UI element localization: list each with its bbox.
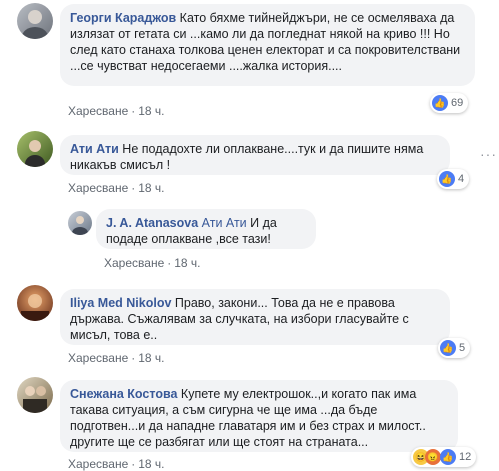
like-link[interactable]: Харесване <box>68 351 128 365</box>
comment-actions: Харесване · 18 ч. <box>68 181 165 195</box>
reaction-number: 69 <box>451 97 464 109</box>
avatar-photo-icon <box>21 294 49 321</box>
avatar[interactable] <box>17 131 53 167</box>
comment-bubble: J. A. Atanasova Ати Ати И да подаде опла… <box>96 209 316 249</box>
comment-author[interactable]: J. A. Atanasova <box>106 216 198 230</box>
timestamp[interactable]: 18 ч. <box>138 457 164 471</box>
thumbs-up-icon: 👍 <box>439 171 455 187</box>
like-link[interactable]: Харесване <box>68 457 128 471</box>
comment-bubble: Снежана Костова Купете му електрошок..,и… <box>60 380 458 452</box>
reaction-number: 12 <box>459 451 472 463</box>
reaction-count[interactable]: 👍 69 <box>430 93 469 113</box>
comment-author[interactable]: Снежана Костова <box>70 387 177 401</box>
separator: · <box>131 104 136 118</box>
reaction-count[interactable]: 👍 5 <box>438 338 471 358</box>
reply-mention[interactable]: Ати Ати <box>202 216 247 230</box>
avatar-photo-icon <box>23 386 47 413</box>
separator: · <box>131 181 136 195</box>
avatar-photo-icon <box>25 140 45 167</box>
comment-actions: Харесване · 18 ч. <box>104 256 201 270</box>
timestamp[interactable]: 18 ч. <box>174 256 200 270</box>
comment-actions: Харесване · 18 ч. <box>68 457 165 471</box>
timestamp[interactable]: 18 ч. <box>138 104 164 118</box>
like-link[interactable]: Харесване <box>104 256 164 270</box>
separator: · <box>131 351 136 365</box>
timestamp[interactable]: 18 ч. <box>138 181 164 195</box>
reaction-number: 5 <box>459 342 466 354</box>
reaction-number: 4 <box>458 173 465 185</box>
avatar[interactable] <box>17 377 53 413</box>
comment-bubble: Ати Ати Не подадохте ли оплакване....тук… <box>60 135 450 175</box>
reaction-count[interactable]: 👍 4 <box>437 169 470 189</box>
avatar[interactable] <box>17 3 53 39</box>
like-link[interactable]: Харесване <box>68 181 128 195</box>
angry-icon: 😠 <box>425 449 441 465</box>
avatar-photo-icon <box>72 216 88 235</box>
comment-author[interactable]: Ати Ати <box>70 142 119 156</box>
thumbs-up-icon: 👍 <box>432 95 448 111</box>
more-options-icon[interactable]: ··· <box>480 146 497 162</box>
avatar[interactable] <box>17 285 53 321</box>
like-link[interactable]: Харесване <box>68 104 128 118</box>
comment-author[interactable]: Iliya Med Nikolov <box>70 296 171 310</box>
comment-bubble: Iliya Med Nikolov Право, закони... Това … <box>60 289 450 345</box>
avatar-photo-icon <box>22 10 48 39</box>
separator: · <box>131 457 136 471</box>
comment-actions: Харесване · 18 ч. <box>68 351 165 365</box>
timestamp[interactable]: 18 ч. <box>138 351 164 365</box>
reaction-count[interactable]: 😆 😠 👍 12 <box>411 447 477 467</box>
comment-actions: Харесване · 18 ч. <box>68 104 165 118</box>
thumbs-up-icon: 👍 <box>440 449 456 465</box>
comment-author[interactable]: Георги Караджов <box>70 11 176 25</box>
separator: · <box>167 256 172 270</box>
comment-text: Не подадохте ли оплакване....тук и да пи… <box>70 142 424 172</box>
avatar[interactable] <box>68 211 92 235</box>
comment-bubble: Георги Караджов Като бяхме тийнейджъри, … <box>60 4 475 86</box>
thumbs-up-icon: 👍 <box>440 340 456 356</box>
